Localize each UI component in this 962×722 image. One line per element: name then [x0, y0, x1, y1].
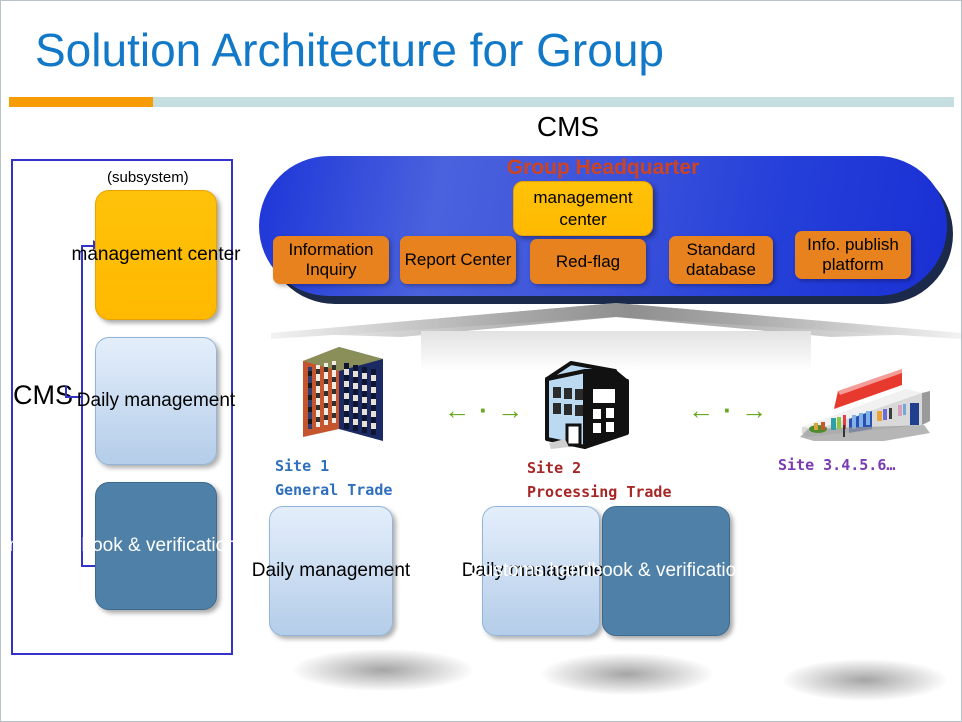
slide-canvas: Solution Architecture for Group CMS (sub…: [0, 0, 962, 722]
ground-shadow-site-1: [293, 649, 473, 691]
site-2-label: Site 2 Processing Trade: [527, 456, 672, 504]
headquarter-management-center[interactable]: management center: [513, 181, 653, 236]
title-rule-teal: [153, 97, 954, 107]
subsystem-caption: (subsystem): [107, 169, 189, 186]
hq-module-red-flag[interactable]: Red-flag: [530, 239, 646, 284]
headquarter-management-center-label: management center: [533, 188, 633, 229]
cms-heading-text: CMS: [536, 111, 600, 142]
cms-side-label: CMS: [13, 380, 73, 410]
hq-module-information-inquiry[interactable]: Information Inquiry: [273, 236, 389, 284]
page-title: Solution Architecture for Group: [35, 24, 664, 76]
subsystem-box-management-center-label: management center: [71, 244, 241, 266]
ground-shadow-site-3: [783, 659, 947, 701]
subsystem-box-daily-management-label: Daily management: [76, 390, 236, 412]
site-link-arrow-1-2-icon: ← · →: [444, 395, 525, 425]
site-link-arrow-2-3-icon: ← · →: [688, 395, 769, 425]
site-1-box-daily-management[interactable]: Daily management: [252, 506, 410, 636]
subsystem-box-daily-management[interactable]: Daily management: [77, 337, 235, 465]
headquarter-title: Group Headquarter: [506, 156, 700, 179]
hq-module-information-inquiry-label: Information Inquiry: [288, 240, 374, 279]
hq-module-report-center-label: Report Center: [404, 250, 512, 270]
subsystem-box-management-center[interactable]: management center: [72, 190, 241, 320]
site-1-label: Site 1 General Trade: [275, 454, 392, 502]
site-1-box-daily-management-label: Daily management: [251, 560, 411, 582]
site-3-label: Site 3.4.5.6…: [778, 453, 895, 477]
site-2-type: Processing Trade: [527, 483, 672, 501]
site-2-box-customs-handbook-label: Customs handbook & verification manageme…: [469, 560, 863, 582]
cms-heading: CMS: [1, 111, 961, 143]
hq-module-info-publish-platform-label: Info. publish platform: [807, 235, 899, 274]
hq-module-red-flag-label: Red-flag: [555, 251, 621, 271]
ground-shadow-site-2: [541, 653, 713, 695]
site-2-box-customs-handbook[interactable]: Customs handbook & verification manageme…: [469, 506, 863, 636]
site-1-name: Site 1: [275, 457, 330, 475]
hq-module-standard-database-label: Standard database: [686, 240, 756, 279]
hq-module-info-publish-platform[interactable]: Info. publish platform: [795, 231, 911, 279]
retail-store-icon: [800, 369, 930, 441]
site-3-name: Site 3.4.5.6…: [778, 456, 896, 474]
site-1-type: General Trade: [275, 481, 393, 499]
title-rule-orange: [9, 97, 153, 107]
hq-module-report-center[interactable]: Report Center: [400, 236, 516, 284]
subsystem-box-customs-handbook[interactable]: Customs handbook & verification manageme…: [1, 482, 353, 610]
site-2-name: Site 2: [527, 459, 582, 477]
office-building-icon: [545, 361, 629, 449]
apartment-building-icon: [303, 347, 383, 441]
connector-branch-mid-stub: [65, 386, 67, 398]
hq-module-standard-database[interactable]: Standard database: [669, 236, 773, 284]
